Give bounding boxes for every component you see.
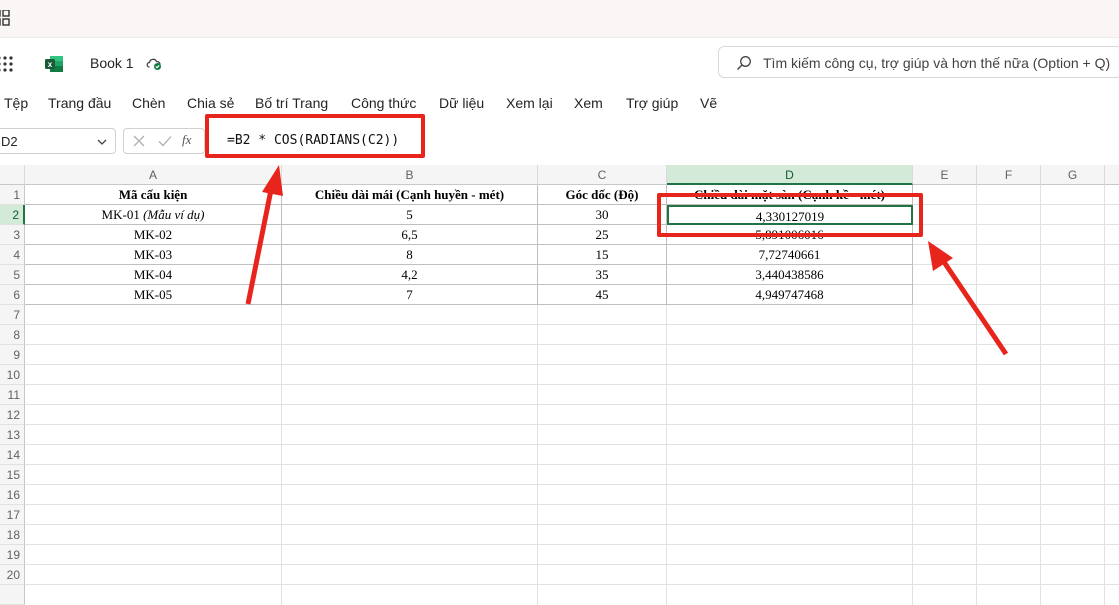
- cell-d4[interactable]: 7,72740661: [667, 245, 913, 265]
- row-header[interactable]: 2: [0, 205, 25, 225]
- search-placeholder: Tìm kiếm công cụ, trợ giúp và hơn thế nữ…: [763, 55, 1111, 71]
- cell-a2-code: MK-01: [101, 207, 144, 222]
- row-header[interactable]: 5: [0, 265, 25, 285]
- empty-grid-lines: [25, 305, 1119, 605]
- confirm-check-icon[interactable]: [157, 133, 173, 149]
- cell-a4[interactable]: MK-03: [25, 245, 282, 265]
- row-header[interactable]: 12: [0, 405, 25, 425]
- app-header: x Book 1 Tìm kiếm công cụ, trợ giúp và h…: [0, 39, 1119, 87]
- cell-a1[interactable]: Mã cấu kiện: [25, 185, 282, 205]
- tab-draw[interactable]: Vẽ: [700, 95, 717, 111]
- cell-c1[interactable]: Góc dốc (Độ): [538, 185, 667, 205]
- row-header[interactable]: 16: [0, 485, 25, 505]
- cell-b3[interactable]: 6,5: [282, 225, 538, 245]
- chevron-down-icon[interactable]: [97, 137, 107, 147]
- cell-c4[interactable]: 15: [538, 245, 667, 265]
- cell-a2[interactable]: MK-01 (Mẫu ví dụ): [25, 205, 282, 225]
- cell-a6[interactable]: MK-05: [25, 285, 282, 305]
- tab-insert[interactable]: Chèn: [132, 95, 165, 111]
- search-icon: [737, 56, 751, 70]
- row-header[interactable]: 15: [0, 465, 25, 485]
- search-box[interactable]: Tìm kiếm công cụ, trợ giúp và hơn thế nữ…: [718, 46, 1119, 78]
- column-header-c[interactable]: C: [538, 165, 667, 185]
- cancel-icon[interactable]: [132, 133, 146, 149]
- row-header[interactable]: 7: [0, 305, 25, 325]
- row-header[interactable]: 17: [0, 505, 25, 525]
- waffle-menu-icon[interactable]: [0, 55, 14, 73]
- column-header-b[interactable]: B: [282, 165, 538, 185]
- column-header-h[interactable]: [1105, 165, 1119, 185]
- tab-page-layout[interactable]: Bố trí Trang: [255, 95, 328, 111]
- select-all-corner[interactable]: [0, 165, 25, 185]
- row-header[interactable]: 19: [0, 545, 25, 565]
- insert-function-icon[interactable]: fx: [182, 132, 191, 148]
- tab-view[interactable]: Xem: [574, 95, 603, 111]
- column-header-d[interactable]: D: [667, 165, 913, 185]
- cell-d5[interactable]: 3,440438586: [667, 265, 913, 285]
- column-header-g[interactable]: G: [1041, 165, 1105, 185]
- cell-b5[interactable]: 4,2: [282, 265, 538, 285]
- row-header[interactable]: 9: [0, 345, 25, 365]
- column-header-a[interactable]: A: [25, 165, 282, 185]
- cell-a3[interactable]: MK-02: [25, 225, 282, 245]
- formula-bar: D2 fx =B2 * COS(RADIANS(C2)): [0, 124, 1119, 156]
- name-box-value: D2: [1, 134, 18, 149]
- cell-a2-note: (Mẫu ví dụ): [143, 207, 205, 222]
- row-header[interactable]: 8: [0, 325, 25, 345]
- workbook-title[interactable]: Book 1: [90, 55, 134, 71]
- tab-home[interactable]: Trang đầu: [48, 95, 111, 111]
- app-launcher-icon[interactable]: [0, 10, 10, 26]
- side-grid-lines: [913, 185, 1119, 305]
- row-header[interactable]: 20: [0, 565, 25, 585]
- cell-b2[interactable]: 5: [282, 205, 538, 225]
- tab-share[interactable]: Chia sẻ: [187, 95, 234, 111]
- formula-highlight-box: [205, 114, 425, 158]
- column-header-f[interactable]: F: [977, 165, 1041, 185]
- tab-help[interactable]: Trợ giúp: [626, 95, 678, 111]
- row-header[interactable]: 14: [0, 445, 25, 465]
- row-header[interactable]: [0, 585, 25, 605]
- cell-b4[interactable]: 8: [282, 245, 538, 265]
- formula-buttons: fx: [123, 128, 205, 154]
- cell-c5[interactable]: 35: [538, 265, 667, 285]
- excel-logo-icon: x: [45, 56, 63, 72]
- cell-b6[interactable]: 7: [282, 285, 538, 305]
- tab-file[interactable]: Tệp: [4, 95, 28, 111]
- row-header[interactable]: 1: [0, 185, 25, 205]
- tab-formulas[interactable]: Công thức: [351, 95, 416, 111]
- cell-c3[interactable]: 25: [538, 225, 667, 245]
- name-box[interactable]: D2: [0, 128, 116, 154]
- row-header[interactable]: 18: [0, 525, 25, 545]
- ribbon-tabs: Tệp Trang đầu Chèn Chia sẻ Bố trí Trang …: [0, 89, 1119, 117]
- row-header[interactable]: 6: [0, 285, 25, 305]
- row-header[interactable]: 11: [0, 385, 25, 405]
- column-header-e[interactable]: E: [913, 165, 977, 185]
- cloud-saved-icon[interactable]: [145, 55, 163, 71]
- worksheet-grid[interactable]: A B C D E F G 1 2 3 4 5 6 7 8 9 10 11 12…: [0, 165, 1119, 605]
- row-header[interactable]: 13: [0, 425, 25, 445]
- row-header[interactable]: 4: [0, 245, 25, 265]
- tab-data[interactable]: Dữ liệu: [439, 95, 484, 111]
- svg-text:x: x: [48, 60, 53, 69]
- cell-b1[interactable]: Chiều dài mái (Cạnh huyền - mét): [282, 185, 538, 205]
- tab-review[interactable]: Xem lại: [506, 95, 553, 111]
- row-header[interactable]: 10: [0, 365, 25, 385]
- cell-a5[interactable]: MK-04: [25, 265, 282, 285]
- cell-c2[interactable]: 30: [538, 205, 667, 225]
- cell-d6[interactable]: 4,949747468: [667, 285, 913, 305]
- title-strip: [0, 0, 1119, 38]
- cell-highlight-box: [657, 193, 923, 237]
- row-header[interactable]: 3: [0, 225, 25, 245]
- cell-c6[interactable]: 45: [538, 285, 667, 305]
